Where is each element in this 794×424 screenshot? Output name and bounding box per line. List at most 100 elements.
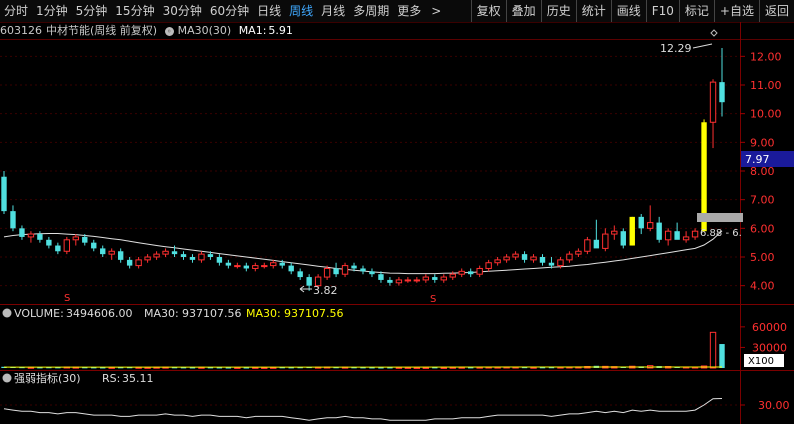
range-label: 6.88 - 6. (700, 228, 742, 239)
volume-bar (476, 366, 483, 369)
candle-body (234, 265, 241, 268)
volume-bar (395, 366, 403, 369)
volume-bar (647, 365, 654, 369)
price-tick-label: 7.00 (750, 194, 775, 207)
candle-body (153, 253, 160, 258)
volume-settings-icon[interactable] (2, 308, 12, 318)
toolbar-button[interactable]: 画线 (610, 0, 646, 22)
volume-bar (135, 366, 142, 369)
tab-period[interactable]: 日线 (253, 0, 285, 22)
tab-period[interactable]: 1分钟 (32, 0, 72, 22)
candle-body (647, 222, 654, 229)
volume-bar (413, 367, 421, 370)
volume-bar (700, 365, 708, 369)
candle-body (584, 239, 591, 252)
tab-period[interactable]: 分时 (0, 0, 32, 22)
volume-bar (333, 367, 339, 369)
tab-period[interactable]: 30分钟 (159, 0, 206, 22)
toolbar-button[interactable]: 叠加 (505, 0, 541, 22)
volume-bar (719, 344, 725, 368)
candle-body (557, 259, 564, 267)
expand-diamond-icon[interactable] (710, 29, 718, 37)
ma-indicator-label[interactable]: MA30(30) (178, 24, 232, 37)
volume-bar (530, 366, 537, 369)
volume-label: VOLUME: (14, 307, 64, 320)
price-tick-label: 8.00 (750, 165, 775, 178)
candle-body (108, 250, 115, 255)
volume-bar (180, 367, 187, 369)
candle-body (512, 253, 519, 258)
volume-bar (55, 367, 61, 369)
candle-body (566, 253, 573, 261)
candle-body (629, 216, 635, 246)
toolbar-button[interactable]: 统计 (575, 0, 611, 22)
price-tick-label: 9.00 (750, 136, 775, 149)
candle-body (306, 277, 312, 286)
candle-body (593, 239, 600, 249)
candle-body (207, 254, 214, 257)
ma1-value: 5.91 (268, 24, 293, 37)
volume-bar (485, 366, 492, 369)
candle-body (144, 256, 151, 261)
candle-body (135, 259, 142, 267)
candle-body (91, 242, 97, 249)
settings-circle-icon[interactable]: ◦ (164, 26, 174, 36)
rs-line (3, 398, 723, 421)
candle-body (162, 250, 169, 255)
volume-bar (539, 367, 546, 369)
volume-bar (126, 367, 133, 369)
volume-bar (306, 367, 312, 369)
candle-body (351, 265, 357, 269)
toolbar-button[interactable]: 历史 (540, 0, 576, 22)
tab-period[interactable]: 15分钟 (111, 0, 158, 22)
volume-bar (512, 366, 519, 369)
candle-body (279, 262, 285, 266)
volume-ma-label: MA30: (144, 307, 179, 320)
low-pointer-arrow (299, 285, 312, 293)
period-note: (周线 前复权) (90, 24, 158, 37)
kline-chart: 60000 30000 30.00 12.00 11.00 10.00 9.00 8.00… (0, 22, 794, 424)
volume-bar (261, 366, 268, 369)
toolbar-button[interactable]: F10 (645, 0, 679, 22)
volume-bar (117, 367, 124, 369)
candle-body (314, 276, 322, 287)
tab-period[interactable]: 5分钟 (72, 0, 112, 22)
volume-bar (360, 367, 366, 369)
candle-body (117, 251, 124, 260)
function-tabs: 复权 叠加 历史 统计 画线 F10 标记 +自选 返回 (470, 0, 794, 22)
toolbar-button[interactable]: 复权 (470, 0, 506, 22)
volume-bar (611, 366, 618, 369)
toolbar-button[interactable]: 返回 (758, 0, 794, 22)
rs-settings-icon[interactable] (2, 373, 12, 383)
volume-bar (19, 367, 25, 369)
tab-period[interactable]: 多周期 (349, 0, 393, 22)
candle-body (530, 256, 537, 261)
volume-bar (314, 366, 322, 369)
ma30-line (3, 230, 723, 275)
candle-body (100, 248, 106, 255)
volume-bar (108, 366, 115, 369)
tab-period[interactable]: 周线 (285, 0, 317, 22)
tab-period[interactable]: 更多 (393, 0, 425, 22)
tab-period[interactable]: 60分钟 (206, 0, 253, 22)
volume-bar (189, 367, 196, 369)
candle-body (548, 262, 555, 266)
volume-bar (432, 367, 438, 369)
toolbar-button[interactable]: 标记 (678, 0, 714, 22)
volume-bar (468, 367, 474, 369)
volume-bar (234, 366, 241, 369)
tab-period[interactable]: 月线 (317, 0, 349, 22)
volume-ma-value: 937107.56 (182, 307, 242, 320)
volume-bar (494, 366, 501, 369)
volume-bar (216, 367, 223, 369)
volume-bar (620, 366, 626, 368)
volume-bar (440, 366, 447, 369)
more-chevron-icon[interactable]: > (425, 0, 447, 22)
sell-signal-marker-2: S (430, 294, 436, 305)
candle-body (261, 265, 268, 268)
toolbar-button[interactable]: +自选 (713, 0, 759, 22)
volume-bar (91, 367, 97, 369)
volume-ma2-value: 937107.56 (284, 307, 344, 320)
volume-bar (449, 366, 456, 369)
rs-value: 35.11 (122, 372, 154, 385)
